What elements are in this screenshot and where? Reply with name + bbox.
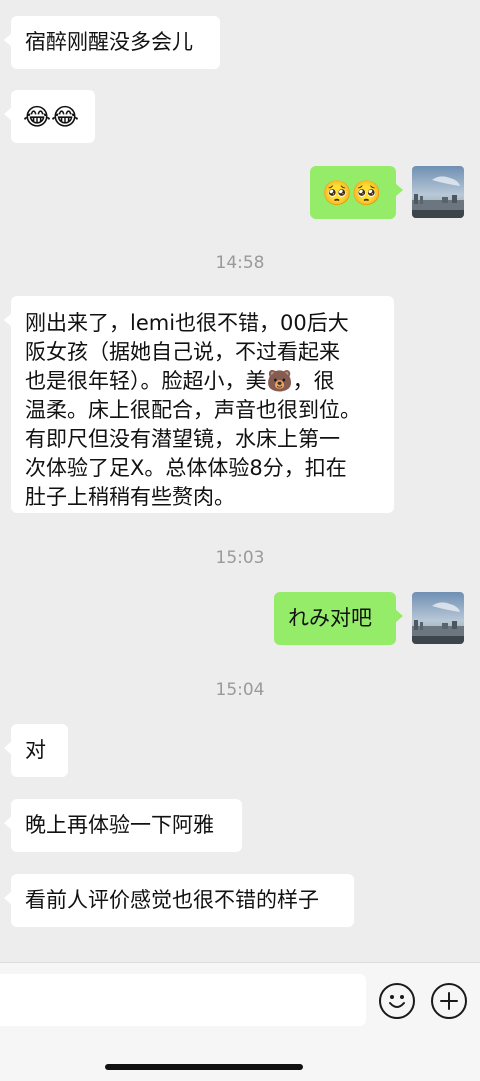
message-line: 温柔。床上很配合，声音也很到位。 [25, 398, 361, 422]
message-bubble-incoming[interactable]: 😂😂 [4, 90, 95, 143]
message-bubble-incoming[interactable]: 晚上再体验一下阿雅 [4, 799, 242, 852]
message-text: 宿醉刚醒没多会儿 [25, 30, 193, 54]
message-bubble-incoming[interactable]: 看前人评价感觉也很不错的样子 [4, 874, 354, 927]
user-avatar[interactable] [412, 166, 464, 218]
message-line: 次体验了足X。总体体验8分，扣在 [25, 456, 347, 480]
city-skyline-photo-avatar [412, 166, 464, 218]
message-bubble-incoming[interactable]: 对 [4, 724, 68, 777]
message-line: 有即尺但没有潜望镜，水床上第一 [25, 427, 340, 451]
message-bubble-incoming[interactable]: 刚出来了，lemi也很不错，00后大 阪女孩（据她自己说，不过看起来 也是很年轻… [4, 296, 394, 513]
laughing-tears-emoji: 😂😂 [23, 102, 80, 131]
timestamp: 14:58 [215, 253, 265, 273]
message-line: 肚子上稍稍有些赘肉。 [25, 485, 235, 509]
message-line: 刚出来了，lemi也很不错，00后大 [25, 311, 349, 335]
message-text: 看前人评价感觉也很不错的样子 [25, 888, 319, 912]
timestamp: 15:03 [215, 548, 265, 568]
pleading-face-emoji: 🥺🥺 [322, 178, 382, 207]
message-text: 对 [25, 738, 46, 762]
message-bubble-incoming[interactable]: 宿醉刚醒没多会儿 [4, 16, 220, 69]
user-avatar[interactable] [412, 592, 464, 644]
smiley-face-glyph [389, 995, 405, 1008]
message-line: 也是很年轻）。脸超小，美🐻，很 [25, 369, 335, 393]
smiley-face-icon[interactable] [379, 983, 415, 1019]
message-text: れみ对吧 [288, 606, 372, 630]
message-input[interactable] [0, 974, 366, 1026]
plus-circle-icon[interactable] [431, 983, 467, 1019]
message-bubble-outgoing[interactable]: れみ对吧 [274, 592, 403, 645]
message-line: 阪女孩（据她自己说，不过看起来 [25, 340, 340, 364]
message-bubble-outgoing[interactable]: 🥺🥺 [310, 166, 403, 219]
message-text: 晚上再体验一下阿雅 [25, 813, 214, 837]
home-indicator [105, 1064, 303, 1070]
city-skyline-photo-avatar [412, 592, 464, 644]
timestamp: 15:04 [215, 680, 265, 700]
plus-glyph [440, 992, 458, 1010]
